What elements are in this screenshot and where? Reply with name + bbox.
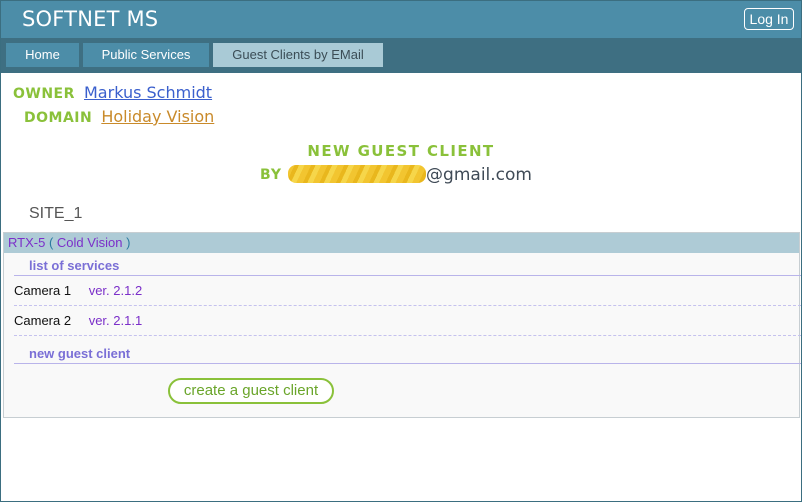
login-button[interactable]: Log In bbox=[744, 8, 794, 30]
app-title: SOFTNET MS bbox=[22, 7, 159, 31]
service-row[interactable]: Camera 1 ver. 2.1.2 bbox=[14, 283, 142, 298]
create-guest-client-button[interactable]: create a guest client bbox=[168, 378, 334, 404]
app-header: SOFTNET MS Log In bbox=[1, 1, 801, 38]
email-redaction bbox=[288, 165, 427, 183]
device-alias: Cold Vision bbox=[56, 235, 123, 250]
by-email-line: BY @gmail.com bbox=[260, 165, 532, 185]
device-panel: RTX-5 ( Cold Vision ) list of services C… bbox=[3, 232, 801, 418]
new-guest-divider bbox=[14, 363, 801, 364]
domain-label: DOMAIN bbox=[24, 110, 93, 126]
owner-label: OWNER bbox=[13, 86, 75, 102]
domain-row: DOMAIN Holiday Vision bbox=[24, 107, 214, 126]
device-header: RTX-5 ( Cold Vision ) bbox=[4, 233, 799, 253]
owner-row: OWNER Markus Schmidt bbox=[13, 83, 212, 102]
service-version: ver. 2.1.1 bbox=[88, 313, 143, 328]
alias-open-paren: ( bbox=[48, 235, 54, 250]
nav-bar: Home Public Services Guest Clients by EM… bbox=[1, 38, 801, 73]
owner-link[interactable]: Markus Schmidt bbox=[84, 83, 212, 102]
services-divider bbox=[14, 275, 801, 276]
alias-close-paren: ) bbox=[126, 235, 131, 250]
new-guest-section-label: new guest client bbox=[29, 346, 131, 361]
services-section-label: list of services bbox=[29, 258, 120, 273]
email-domain: @gmail.com bbox=[426, 165, 532, 185]
page-title: NEW GUEST CLIENT bbox=[307, 142, 495, 160]
row-divider bbox=[14, 335, 801, 336]
service-version: ver. 2.1.2 bbox=[88, 283, 143, 298]
device-name: RTX-5 bbox=[8, 235, 46, 250]
tab-guest-clients-by-email[interactable]: Guest Clients by EMail bbox=[213, 43, 383, 67]
site-name: SITE_1 bbox=[29, 205, 83, 222]
tab-public-services[interactable]: Public Services bbox=[83, 43, 209, 67]
service-name: Camera 1 bbox=[14, 283, 72, 298]
domain-link[interactable]: Holiday Vision bbox=[101, 107, 214, 126]
service-name: Camera 2 bbox=[14, 313, 72, 328]
service-row[interactable]: Camera 2 ver. 2.1.1 bbox=[14, 313, 142, 328]
by-label: BY bbox=[260, 167, 283, 183]
tab-home[interactable]: Home bbox=[6, 43, 79, 67]
row-divider bbox=[14, 305, 801, 306]
